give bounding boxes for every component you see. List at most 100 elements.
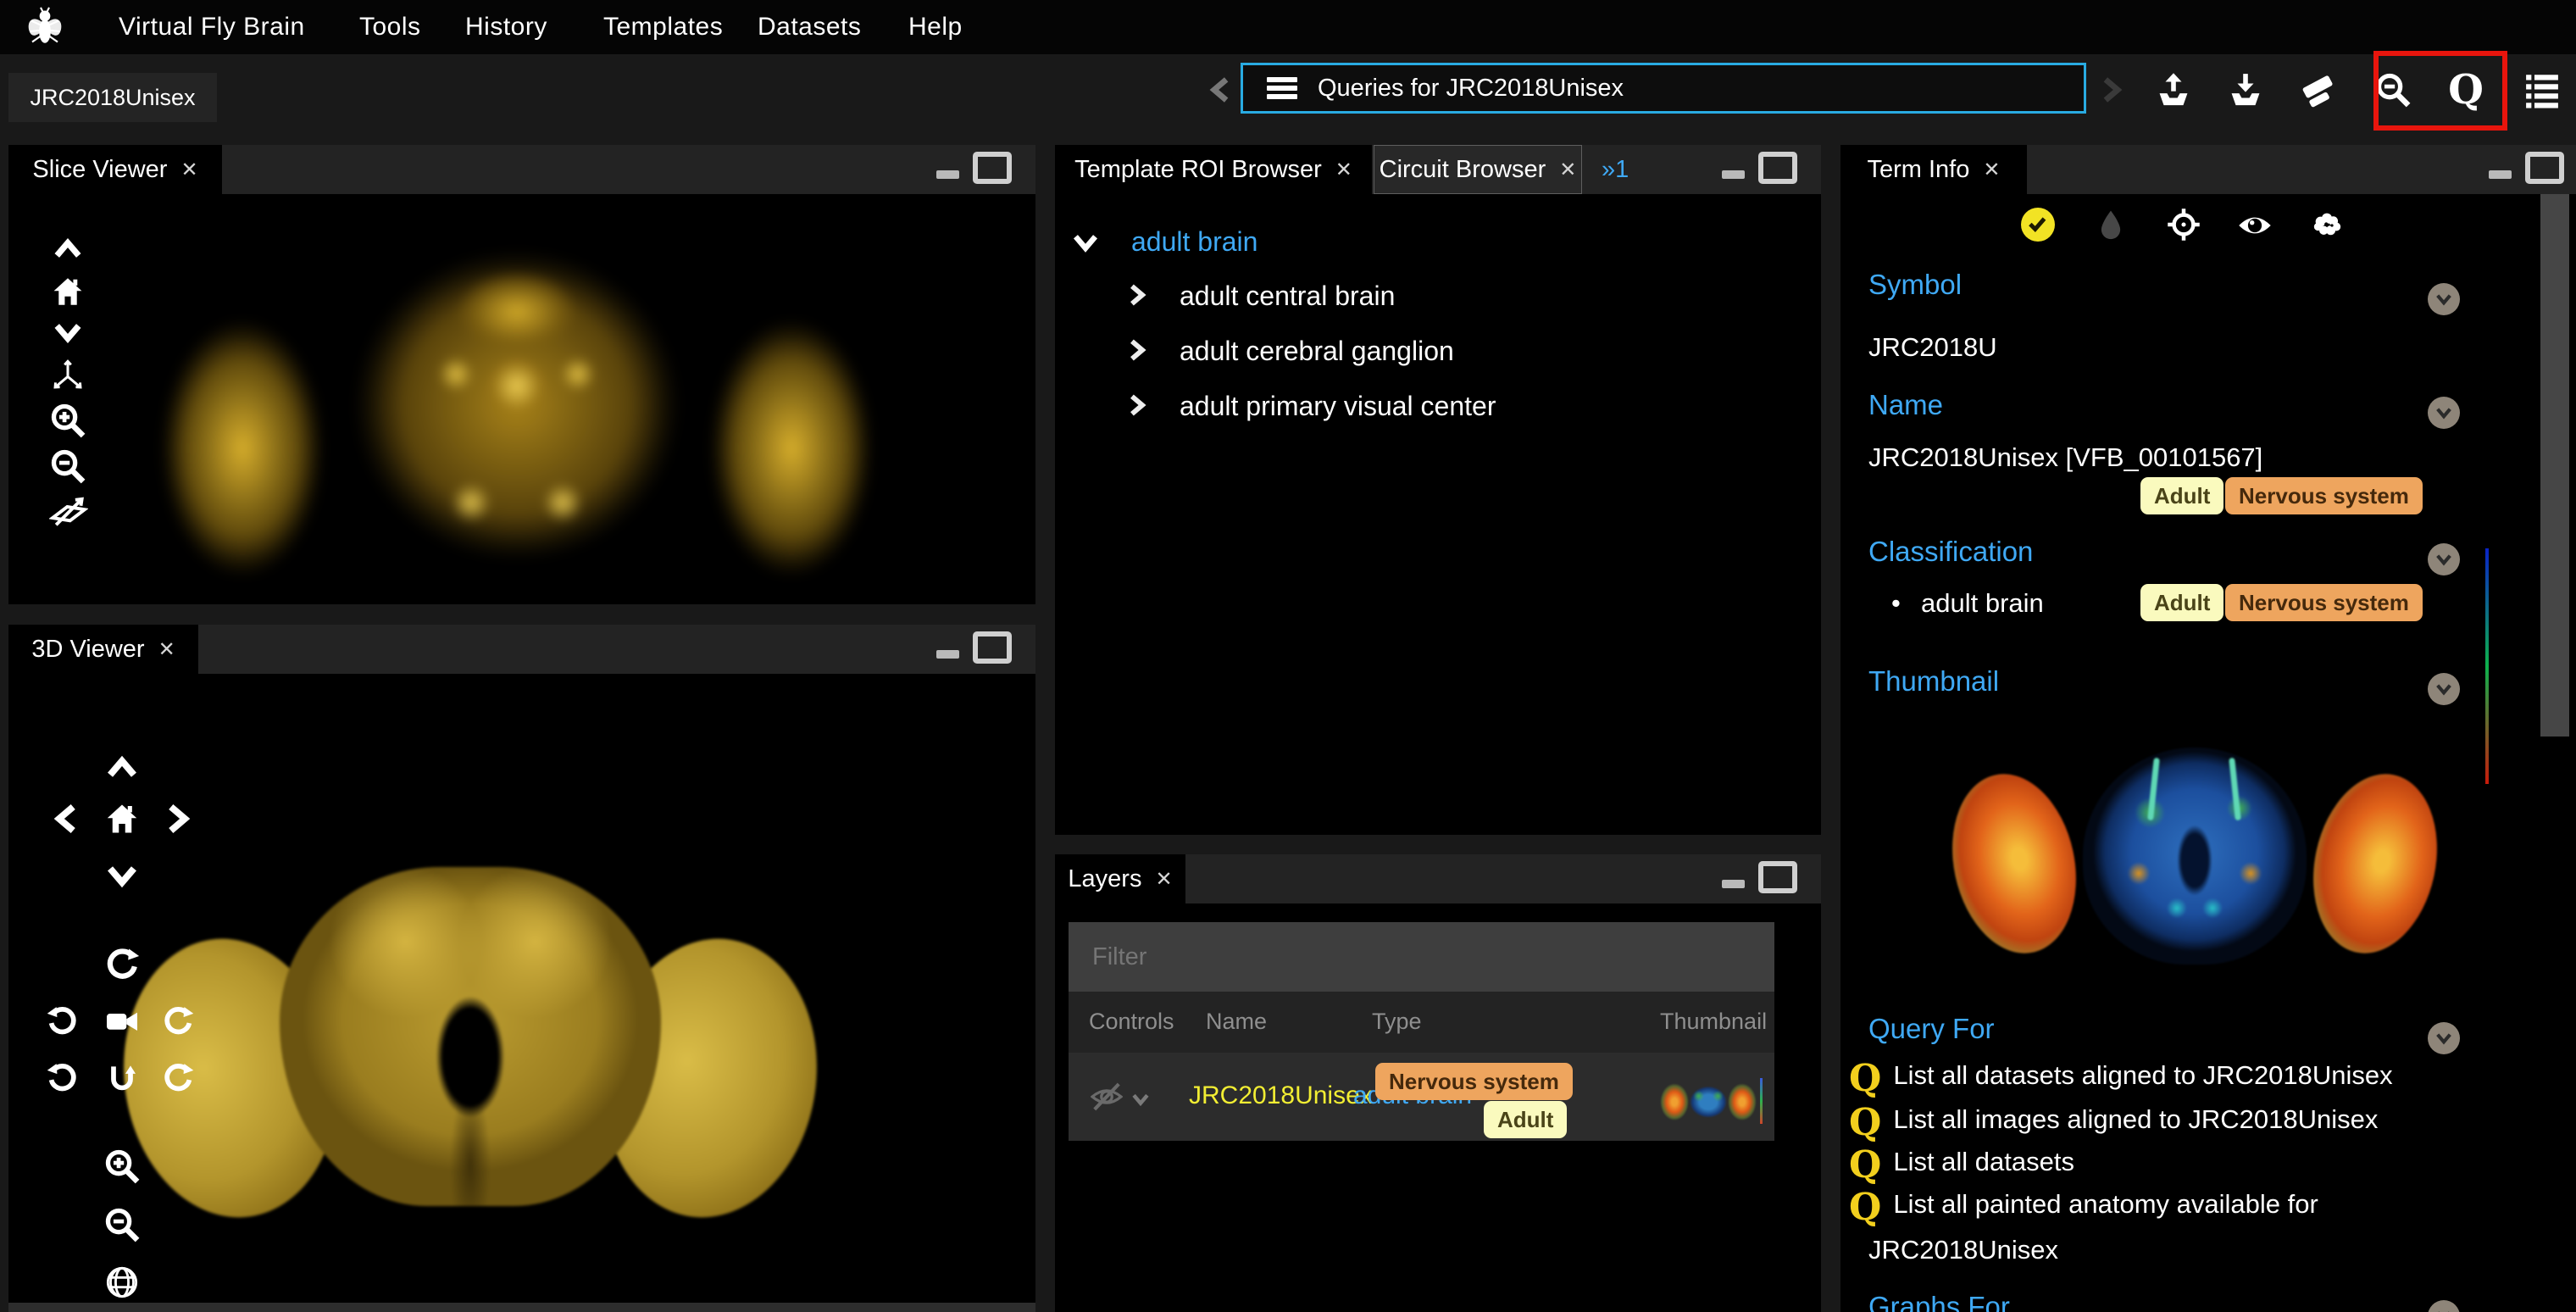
wireframe-globe-button[interactable] [103, 1263, 142, 1302]
chevron-right-icon[interactable] [1123, 336, 1152, 364]
query-item[interactable]: QList all datasets [1849, 1147, 2062, 1184]
term-info-close-icon[interactable]: ✕ [1983, 158, 2000, 181]
clear-eraser-button[interactable] [2296, 66, 2343, 114]
roi-browser-close-icon[interactable]: ✕ [1335, 158, 1352, 181]
3d-viewer-canvas[interactable] [8, 674, 1035, 1312]
chevron-down-icon[interactable] [1069, 226, 1102, 259]
3d-viewer-tab[interactable]: 3D Viewer ✕ [8, 625, 198, 674]
query-search-box[interactable] [1241, 63, 2086, 114]
query-item-label[interactable]: List all images aligned to JRC2018Unisex [1893, 1104, 2378, 1134]
minimize-icon[interactable] [936, 170, 959, 179]
query-item-label[interactable]: List all painted anatomy available for [1893, 1189, 2318, 1219]
query-prev-chevron-icon[interactable] [1202, 73, 1239, 107]
3d-viewer-horizontal-scrollbar[interactable] [8, 1303, 1035, 1312]
section-collapse-button[interactable] [2428, 1300, 2460, 1312]
section-collapse-button[interactable] [2428, 397, 2460, 429]
pan-up-button[interactable] [103, 748, 142, 787]
maximize-icon[interactable] [1758, 152, 1797, 184]
workspace-tab[interactable]: JRC2018Unisex [8, 73, 217, 122]
minimize-icon[interactable] [936, 650, 959, 659]
tree-node-label[interactable]: adult cerebral ganglion [1180, 336, 1454, 367]
tint-droplet-icon[interactable] [2094, 208, 2128, 242]
tab-template-roi-browser[interactable]: Template ROI Browser ✕ [1055, 145, 1372, 194]
minimize-icon[interactable] [2489, 170, 2512, 179]
slice-viewer-close-icon[interactable]: ✕ [180, 158, 197, 181]
slice-zoom-in-button[interactable] [49, 402, 86, 439]
nav-item-templates[interactable]: Templates [603, 0, 723, 54]
query-item-label[interactable]: List all datasets aligned to JRC2018Unis… [1893, 1060, 2392, 1090]
reset-rotation-button[interactable] [103, 1059, 142, 1097]
results-list-button[interactable] [2518, 66, 2566, 114]
chevron-right-icon[interactable] [1123, 391, 1152, 420]
query-search-input[interactable] [1316, 74, 2084, 103]
section-collapse-button[interactable] [2428, 1022, 2460, 1054]
3d-viewer-close-icon[interactable]: ✕ [158, 637, 175, 661]
record-movie-button[interactable] [103, 1003, 142, 1040]
chevron-down-icon[interactable] [1130, 1088, 1152, 1110]
slice-zoom-out-button[interactable] [49, 448, 86, 485]
slice-viewer-tab[interactable]: Slice Viewer ✕ [8, 145, 222, 194]
layers-filter[interactable] [1069, 922, 1774, 992]
query-item-label-wrap[interactable]: JRC2018Unisex [1868, 1235, 2058, 1265]
slice-axes-button[interactable] [49, 356, 86, 393]
query-item[interactable]: QList all images aligned to JRC2018Unise… [1849, 1104, 2366, 1142]
maximize-icon[interactable] [2525, 152, 2564, 184]
nav-brand[interactable]: Virtual Fly Brain [119, 0, 305, 54]
rotate-ccw-button[interactable] [44, 1003, 81, 1040]
section-collapse-button[interactable] [2428, 283, 2460, 315]
minimize-icon[interactable] [1722, 170, 1745, 179]
query-item[interactable]: QList all datasets aligned to JRC2018Uni… [1849, 1060, 2381, 1098]
selected-check-icon[interactable] [2021, 208, 2055, 242]
query-item-label[interactable]: List all datasets [1893, 1147, 2074, 1176]
classification-item-link[interactable]: adult brain [1921, 588, 2044, 619]
layers-filter-input[interactable] [1091, 942, 1729, 972]
section-collapse-button[interactable] [2428, 543, 2460, 575]
nav-item-history[interactable]: History [465, 0, 547, 54]
pan-left-button[interactable] [47, 799, 86, 838]
nav-item-help[interactable]: Help [908, 0, 963, 54]
tree-node-label[interactable]: adult brain [1131, 226, 1257, 258]
layers-tab[interactable]: Layers ✕ [1055, 854, 1185, 903]
chevron-right-icon[interactable] [1123, 281, 1152, 309]
maximize-icon[interactable] [973, 631, 1012, 664]
tab-circuit-browser[interactable]: Circuit Browser ✕ [1374, 145, 1582, 194]
section-collapse-button[interactable] [2428, 673, 2460, 705]
slice-step-up-button[interactable] [49, 231, 86, 268]
visibility-off-icon[interactable] [1091, 1081, 1123, 1113]
pan-down-button[interactable] [103, 856, 142, 895]
3d-zoom-in-button[interactable] [103, 1147, 142, 1186]
nav-item-datasets[interactable]: Datasets [758, 0, 861, 54]
download-button[interactable] [2222, 66, 2269, 114]
roll-cw-button[interactable] [159, 1059, 197, 1097]
maximize-icon[interactable] [1758, 861, 1797, 893]
crosshair-target-icon[interactable] [2166, 207, 2201, 242]
maximize-icon[interactable] [973, 152, 1012, 184]
slice-viewer-canvas[interactable] [8, 194, 1035, 604]
brain-glyph-icon[interactable] [2309, 208, 2345, 243]
visibility-eye-icon[interactable] [2237, 208, 2273, 243]
term-info-scrollbar[interactable] [2540, 194, 2569, 737]
nav-item-tools[interactable]: Tools [359, 0, 421, 54]
circuit-browser-close-icon[interactable]: ✕ [1559, 158, 1576, 181]
slice-home-button[interactable] [49, 273, 86, 310]
rotate-cw-button[interactable] [159, 1003, 197, 1040]
query-next-chevron-icon[interactable] [2093, 73, 2130, 107]
query-menu-icon[interactable] [1267, 77, 1297, 99]
minimize-icon[interactable] [1722, 880, 1745, 888]
3d-zoom-out-button[interactable] [103, 1205, 142, 1244]
layers-close-icon[interactable]: ✕ [1155, 867, 1172, 891]
3d-home-button[interactable] [103, 799, 142, 838]
slice-step-down-button[interactable] [49, 314, 86, 351]
layer-name-link[interactable]: JRC2018Unisex [1189, 1081, 1373, 1110]
hidden-tabs-count[interactable]: »1 [1602, 145, 1629, 194]
tree-node-label[interactable]: adult primary visual center [1180, 391, 1496, 422]
rotate-button[interactable] [103, 945, 142, 984]
pan-right-button[interactable] [158, 799, 197, 838]
slice-plane-button[interactable] [49, 491, 88, 530]
tree-node-label[interactable]: adult central brain [1180, 281, 1395, 312]
term-info-tab[interactable]: Term Info ✕ [1840, 145, 2027, 194]
vfb-fly-logo-icon[interactable] [24, 6, 66, 48]
roll-ccw-button[interactable] [44, 1059, 81, 1097]
upload-button[interactable] [2150, 66, 2197, 114]
query-item[interactable]: QList all painted anatomy available for [1849, 1189, 2307, 1226]
